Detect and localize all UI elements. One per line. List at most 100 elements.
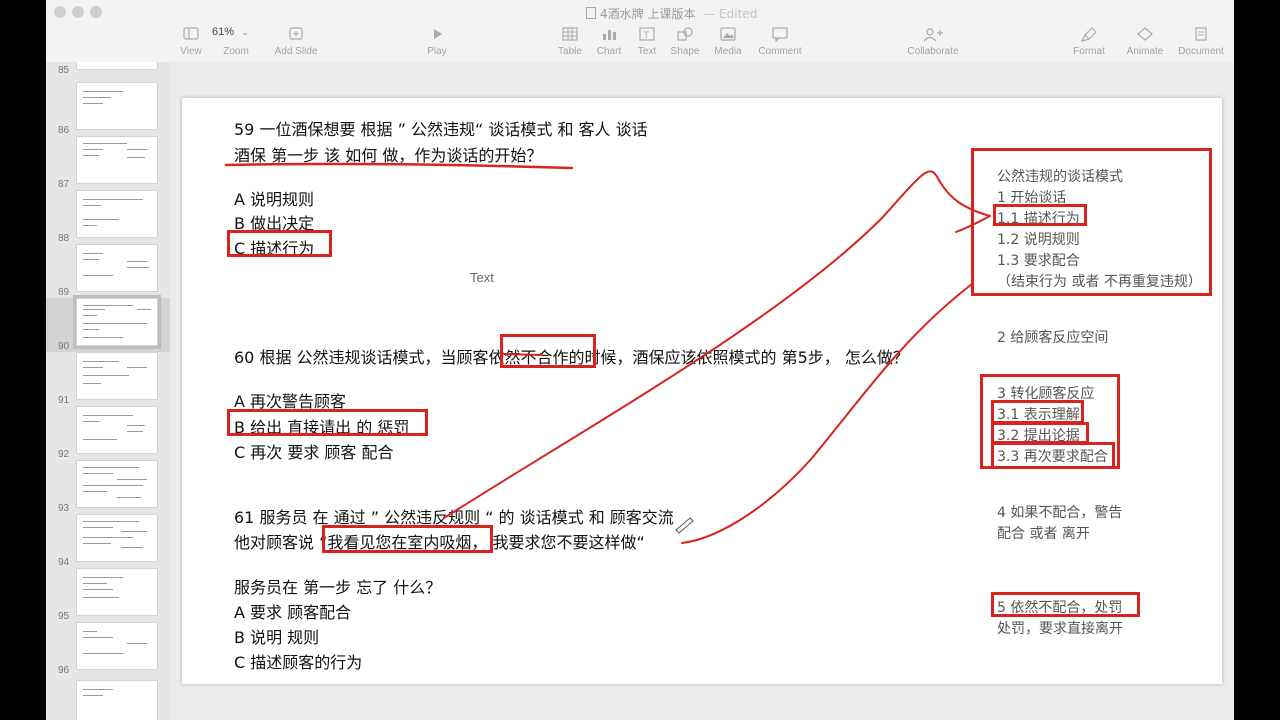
ref-step-5-detail[interactable]: 处罚，要求直接离开 [997,618,1123,638]
slide-number: 88 [58,233,70,244]
table-icon [562,27,578,41]
pen-cursor-icon [675,517,694,534]
document-button[interactable]: Document [1171,26,1231,57]
text-placeholder[interactable]: Text [470,270,494,285]
highlight-q59-answer [227,230,332,257]
highlight-ref-3-2 [991,422,1089,444]
zoom-label-wrap: Zoom [206,46,266,57]
highlight-ref-1-1 [993,204,1087,226]
add-slide-button[interactable]: Add Slide [266,26,326,57]
add-slide-icon [289,27,303,40]
media-icon [720,27,736,41]
thumbnail-preview [76,244,158,292]
slide-number: 90 [58,341,70,352]
document-icon [586,7,596,19]
play-label: Play [427,46,447,57]
text-box-icon: T [639,27,655,41]
thumbnail-preview [76,568,158,616]
slide-number: 91 [58,395,70,406]
minimize-window-button[interactable] [72,6,84,18]
thumbnail-preview [76,622,158,670]
paintbrush-icon [1080,27,1097,42]
q61-option-a[interactable]: A 要求 顾客配合 [234,599,351,623]
ref-step-4[interactable]: 4 如果不配合，警告 [997,502,1122,522]
q61-option-c[interactable]: C 描述顾客的行为 [234,649,362,673]
thumbnail-preview [76,514,158,562]
svg-text:T: T [644,30,650,40]
highlight-q60-answer [227,409,428,436]
thumbnail-preview [73,295,161,349]
slide-number: 96 [58,665,70,676]
ref-step-4-detail[interactable]: 配合 或者 离开 [997,523,1090,543]
zoom-value: 61% [212,26,235,38]
q59-line1[interactable]: 59 一位酒保想要 根据 ” 公然违规“ 谈话模式 和 客人 谈话 [234,116,648,140]
format-label: Format [1073,46,1105,57]
collaborate-icon [923,28,943,42]
shape-icon [677,27,693,41]
slide-canvas[interactable]: 59 一位酒保想要 根据 ” 公然违规“ 谈话模式 和 客人 谈话 酒保 第一步… [170,62,1234,720]
q61-line3[interactable]: 服务员在 第一步 忘了 什么？ [234,574,441,598]
collaborate-label: Collaborate [907,46,959,57]
slide-thumbnail-90[interactable]: 90 [46,295,170,352]
keynote-window: 4酒水牌 上课版本 — Edited View 61% ⌄ Zoom Add S… [46,0,1234,720]
document-label: Document [1178,46,1224,57]
slide-number: 89 [58,287,70,298]
zoom-popup[interactable]: 61% ⌄ [212,26,258,44]
slide-number: 93 [58,503,70,514]
slide-thumbnail-97[interactable] [46,680,170,720]
media-label: Media [714,46,742,57]
slide-number: 86 [58,125,70,136]
media-button[interactable]: Media [698,26,758,57]
slide-thumbnail-88[interactable]: 88 [46,190,170,244]
thumbnail-preview [76,406,158,454]
ink-arrow-from-reference [681,283,973,544]
edited-indicator: — Edited [703,7,758,21]
animate-button[interactable]: Animate [1115,26,1175,57]
comment-label: Comment [758,46,802,57]
document-title: 4酒水牌 上课版本 — Edited [586,5,757,22]
slide-thumbnail-95[interactable]: 95 [46,568,170,622]
zoom-window-button[interactable] [90,6,102,18]
chart-icon [603,30,616,40]
highlight-ref-3-3 [991,442,1115,469]
slide-navigator: 85 86 87 88 89 90 91 92 93 94 95 96 [46,62,171,720]
slide-90[interactable]: 59 一位酒保想要 根据 ” 公然违规“ 谈话模式 和 客人 谈话 酒保 第一步… [182,98,1222,684]
play-button[interactable]: Play [407,26,467,57]
slide-thumbnail-94[interactable]: 94 [46,514,170,568]
slide-thumbnail-93[interactable]: 93 [46,460,170,514]
highlight-yiran-buhezuo [500,334,596,368]
thumbnail-preview [76,352,158,400]
comment-button[interactable]: Comment [750,26,810,57]
slide-number: 95 [58,611,70,622]
slide-thumbnail-92[interactable]: 92 [46,406,170,460]
animate-label: Animate [1126,46,1164,57]
ref-step-2[interactable]: 2 给顾客反应空间 [997,327,1108,347]
format-button[interactable]: Format [1059,26,1119,57]
highlight-q61-quote [322,525,493,553]
slide-thumbnail-89[interactable]: 89 [46,244,170,298]
add-slide-label: Add Slide [274,46,318,57]
highlight-ref-3-1 [991,400,1084,424]
document-title-text: 4酒水牌 上课版本 [600,7,696,21]
zoom-label: Zoom [223,46,249,57]
thumbnail-preview [76,190,158,238]
animate-diamond-icon [1137,27,1153,41]
thumbnail-preview [76,82,158,130]
q59-option-a[interactable]: A 说明规则 [234,186,314,210]
slide-thumbnail-85[interactable]: 85 [46,62,170,76]
q61-option-b[interactable]: B 说明 规则 [234,624,319,648]
toolbar: 4酒水牌 上课版本 — Edited View 61% ⌄ Zoom Add S… [46,0,1234,63]
close-window-button[interactable] [54,6,66,18]
slide-thumbnail-86[interactable]: 86 [46,82,170,136]
q59-line2[interactable]: 酒保 第一步 该 如何 做，作为谈话的开始？ [234,142,542,166]
slide-thumbnail-91[interactable]: 91 [46,352,170,406]
thumbnail-preview [76,62,158,70]
slide-thumbnail-87[interactable]: 87 [46,136,170,190]
collaborate-button[interactable]: Collaborate [903,26,963,57]
thumbnail-preview [76,136,158,184]
play-icon [434,29,442,39]
sidebar-view-icon [183,27,199,40]
slide-thumbnail-96[interactable]: 96 [46,622,170,676]
q60-option-c[interactable]: C 再次 要求 顾客 配合 [234,439,394,463]
comment-icon [772,27,788,42]
